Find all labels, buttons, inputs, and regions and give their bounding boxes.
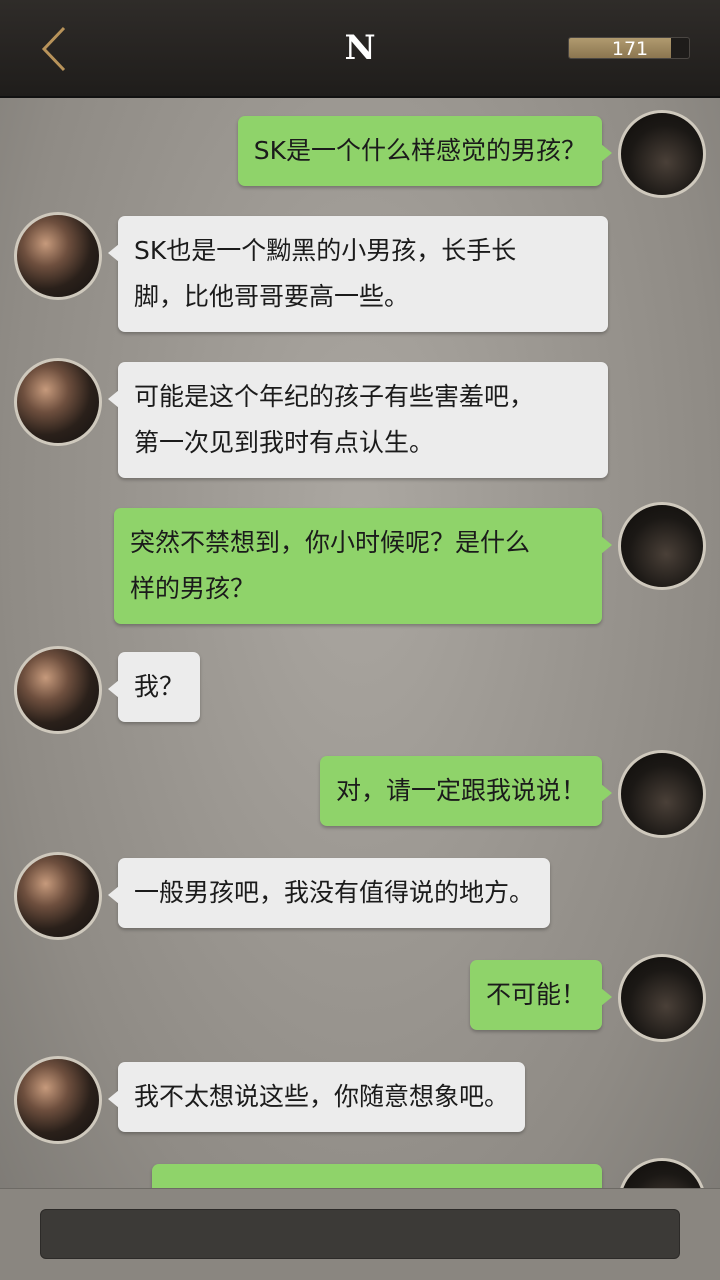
message-line: 脚，比他哥哥要高一些。	[134, 282, 410, 311]
my-message-bubble[interactable]: 不可能！	[469, 960, 613, 1030]
chat-area[interactable]: SK是一个什么样感觉的男孩？ SK也是一个黝黑的小男孩，长手长 脚，比他哥哥要高…	[0, 98, 720, 1188]
my-message-bubble[interactable]	[152, 1164, 602, 1188]
my-avatar[interactable]	[618, 502, 706, 590]
input-bar	[0, 1188, 720, 1280]
contact-message-bubble[interactable]: SK也是一个黝黑的小男孩，长手长 脚，比他哥哥要高一些。	[108, 216, 608, 332]
message-line: 突然不禁想到，你小时候呢？是什么	[130, 528, 531, 557]
counter-badge: 171	[568, 37, 690, 59]
message-line: 不可能！	[485, 980, 586, 1009]
message-line: 我？	[134, 672, 185, 701]
message-input[interactable]	[40, 1209, 680, 1259]
contact-message-bubble[interactable]: 可能是这个年纪的孩子有些害羞吧， 第一次见到我时有点认生。	[108, 362, 608, 478]
message-line: 样的男孩？	[130, 574, 256, 603]
contact-avatar[interactable]	[14, 852, 102, 940]
my-avatar[interactable]	[618, 750, 706, 838]
message-line: 第一次见到我时有点认生。	[134, 428, 435, 457]
contact-message-bubble[interactable]: 我？	[107, 652, 201, 722]
my-message-bubble[interactable]: SK是一个什么样感觉的男孩？	[237, 116, 613, 186]
message-line: SK也是一个黝黑的小男孩，长手长	[134, 236, 517, 265]
contact-message-bubble[interactable]: 我不太想说这些，你随意想象吧。	[107, 1062, 526, 1132]
message-line: 一般男孩吧，我没有值得说的地方。	[134, 878, 535, 907]
message-line: 我不太想说这些，你随意想象吧。	[134, 1082, 510, 1111]
message-line: 可能是这个年纪的孩子有些害羞吧，	[134, 382, 535, 411]
my-avatar[interactable]	[618, 110, 706, 198]
contact-message-bubble[interactable]: 一般男孩吧，我没有值得说的地方。	[107, 858, 551, 928]
my-avatar[interactable]	[618, 954, 706, 1042]
my-message-bubble[interactable]: 对，请一定跟我说说！	[319, 756, 613, 826]
my-message-bubble[interactable]: 突然不禁想到，你小时候呢？是什么 样的男孩？	[114, 508, 612, 624]
message-line: SK是一个什么样感觉的男孩？	[253, 136, 586, 165]
contact-avatar[interactable]	[14, 212, 102, 300]
my-avatar[interactable]	[618, 1158, 706, 1188]
counter-value: 171	[611, 38, 649, 59]
message-line: 对，请一定跟我说说！	[335, 776, 586, 805]
contact-avatar[interactable]	[14, 646, 102, 734]
contact-avatar[interactable]	[14, 1056, 102, 1144]
contact-avatar[interactable]	[14, 358, 102, 446]
top-bar: N 171	[0, 0, 720, 98]
